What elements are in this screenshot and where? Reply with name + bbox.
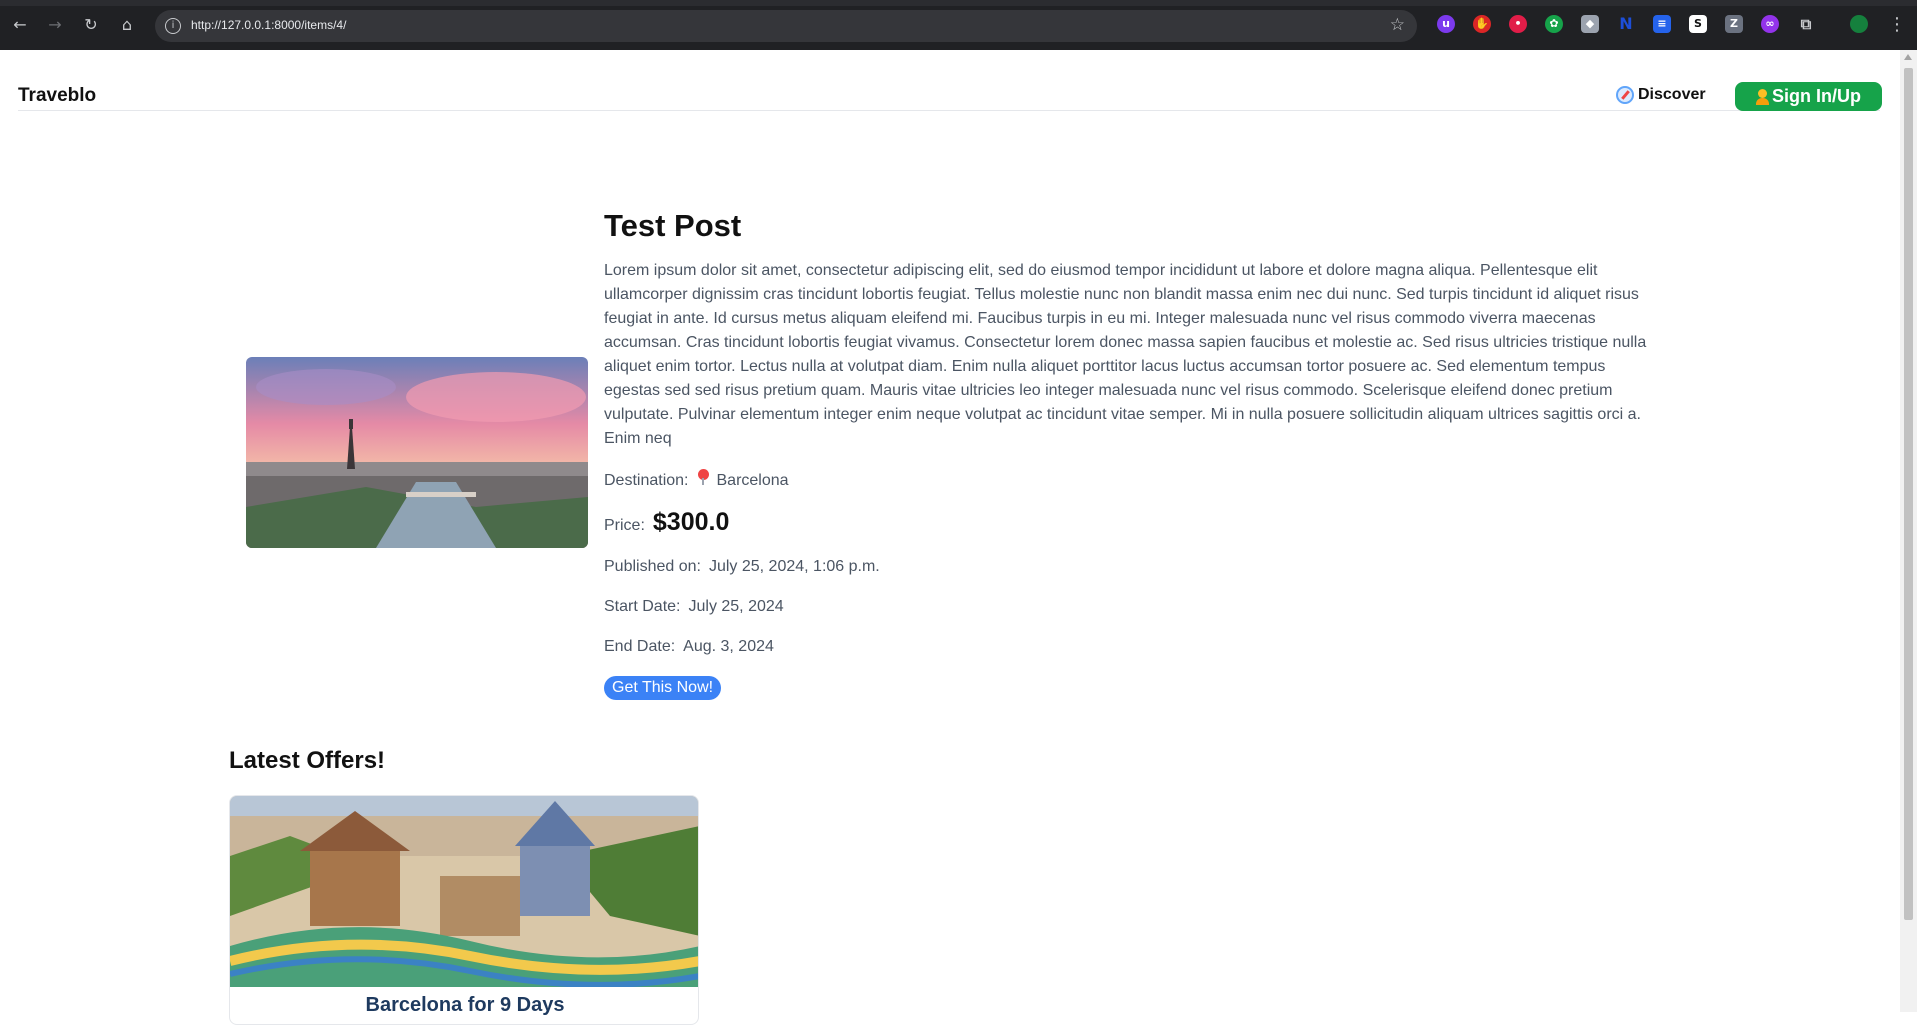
brand-logo[interactable]: Traveblo [18, 85, 96, 107]
lastpass-icon[interactable]: • [1509, 15, 1527, 33]
offer-title[interactable]: Barcelona for 9 Days [230, 994, 698, 1017]
reload-icon[interactable]: ↻ [80, 14, 102, 36]
offer-card[interactable]: Barcelona for 9 Days [229, 795, 699, 1025]
compass-icon [1616, 86, 1634, 104]
post-title: Test Post [604, 208, 742, 243]
map-pin-icon [697, 469, 709, 485]
extensions-icon[interactable]: ⧉ [1797, 15, 1815, 33]
zotero-icon[interactable]: Z [1725, 15, 1743, 33]
site-navbar: Traveblo Discover Sign In/Up [18, 50, 1882, 111]
person-icon [1756, 88, 1769, 105]
start-date-label: Start Date: [604, 598, 681, 615]
site-info-icon[interactable]: i [165, 18, 181, 34]
scrollbar-thumb[interactable] [1904, 68, 1913, 920]
published-value: July 25, 2024, 1:06 p.m. [708, 558, 880, 575]
ublock-icon[interactable]: u [1437, 15, 1455, 33]
end-date-label: End Date: [604, 638, 676, 655]
bookmark-star-icon[interactable]: ☆ [1390, 15, 1405, 35]
browser-toolbar: ← → ↻ ⌂ i http://127.0.0.1:8000/items/4/… [0, 0, 1917, 50]
address-bar[interactable]: i http://127.0.0.1:8000/items/4/ ☆ [155, 10, 1417, 42]
start-date-row: Start Date: July 25, 2024 [604, 598, 784, 616]
price-row: Price: $300.0 [604, 508, 729, 537]
destination-row: Destination: Barcelona [604, 469, 789, 490]
profile-avatar[interactable] [1850, 15, 1868, 33]
discover-label: Discover [1638, 86, 1706, 103]
s-icon[interactable]: S [1689, 15, 1707, 33]
sign-in-button[interactable]: Sign In/Up [1735, 82, 1882, 111]
scroll-up-arrow-icon[interactable] [1904, 54, 1912, 60]
published-row: Published on: July 25, 2024, 1:06 p.m. [604, 558, 880, 576]
chatgpt-icon[interactable]: ✿ [1545, 15, 1563, 33]
page-scrollbar[interactable] [1900, 50, 1917, 1012]
published-label: Published on: [604, 558, 701, 575]
price-value: $300.0 [652, 508, 730, 536]
sign-in-label: Sign In/Up [1772, 86, 1861, 106]
post-description: Lorem ipsum dolor sit amet, consectetur … [604, 262, 1647, 447]
offer-image [230, 796, 698, 988]
notion-icon[interactable]: N [1617, 15, 1635, 33]
translate-icon[interactable]: ≡ [1653, 15, 1671, 33]
price-label: Price: [604, 517, 645, 534]
ai-icon[interactable]: ∞ [1761, 15, 1779, 33]
destination-value: Barcelona [716, 472, 789, 489]
end-date-row: End Date: Aug. 3, 2024 [604, 638, 774, 656]
post-image [246, 357, 588, 548]
start-date-value: July 25, 2024 [688, 598, 784, 615]
forward-icon: → [48, 15, 62, 34]
browser-menu-icon[interactable]: ⋮ [1888, 14, 1906, 35]
url-text[interactable]: http://127.0.0.1:8000/items/4/ [191, 18, 346, 32]
tab-strip [0, 0, 1917, 6]
home-icon[interactable]: ⌂ [116, 14, 138, 36]
latest-offers-heading: Latest Offers! [229, 747, 386, 774]
back-icon[interactable]: ← [9, 14, 31, 36]
discover-link[interactable]: Discover [1616, 86, 1706, 104]
privacy-badger-icon[interactable]: ◆ [1581, 15, 1599, 33]
get-this-now-button[interactable]: Get This Now! [604, 676, 722, 700]
destination-label: Destination: [604, 472, 689, 489]
page: Traveblo Discover Sign In/Up Test Post L… [0, 50, 1900, 1025]
end-date-value: Aug. 3, 2024 [683, 638, 774, 655]
adblock-icon[interactable]: ✋ [1473, 15, 1491, 33]
